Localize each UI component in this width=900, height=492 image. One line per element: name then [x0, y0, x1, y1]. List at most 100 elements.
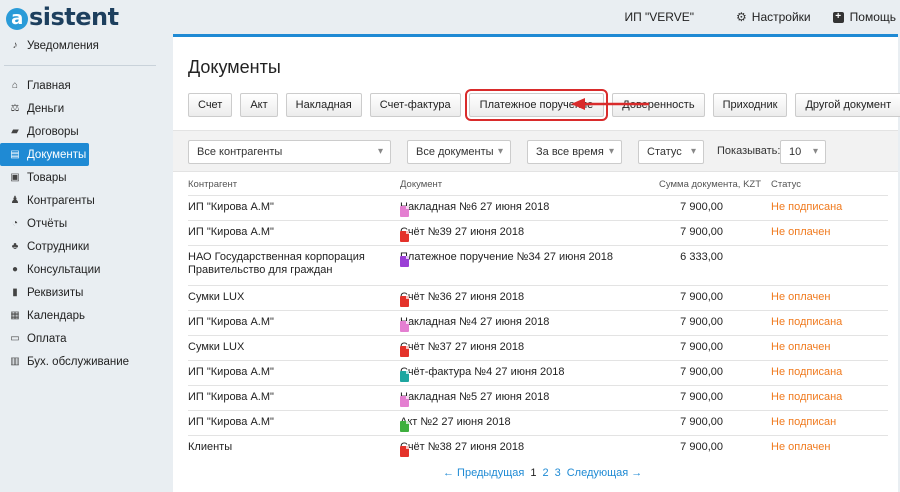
create-waybill-button[interactable]: Накладная	[285, 93, 362, 117]
counterparty-cell: Клиенты	[188, 441, 233, 453]
document-link[interactable]: Накладная №6 27 июня 2018	[400, 201, 549, 217]
pager-next-link[interactable]: Следующая →	[567, 467, 643, 479]
gears-icon: ⚙	[736, 10, 747, 24]
column-header-party[interactable]: Контрагент	[188, 179, 237, 190]
help-link[interactable]: + Помощь	[832, 10, 896, 24]
document-link[interactable]: Платежное поручение №34 27 июня 2018	[400, 251, 613, 267]
document-name: Счёт №39 27 июня 2018	[400, 226, 525, 238]
sidebar-item-chart[interactable]: ◔ Отчёты	[0, 212, 160, 235]
table-row[interactable]: ИП "Кирова А.М" Счёт-фактура №4 27 июня 2…	[188, 360, 888, 385]
org-name[interactable]: ИП "VERVE"	[624, 10, 694, 24]
documents-panel: Документы Счет Акт Накладная Счет-фактура Пл…	[173, 34, 900, 492]
sidebar-item-money[interactable]: ▭ Оплата	[0, 327, 160, 350]
folder-icon: ▰	[11, 126, 19, 137]
sidebar-item-users[interactable]: ♟ Контрагенты	[0, 189, 160, 212]
pager-previous-link[interactable]: ← Предыдущая	[443, 467, 524, 479]
header-actions: ИП "VERVE" ⚙ Настройки + Помощь	[624, 10, 900, 24]
column-header-sum[interactable]: Сумма документа, KZT	[659, 179, 761, 190]
document-link[interactable]: Счёт №38 27 июня 2018	[400, 441, 525, 457]
table-row[interactable]: ИП "Кирова А.М" Накладная №4 27 июня 2018…	[188, 310, 888, 335]
status-select[interactable]: Статус	[638, 140, 704, 164]
sidebar-item-folder[interactable]: ▰ Договоры	[0, 120, 160, 143]
money-icon: ▭	[10, 333, 20, 344]
sidebar: ♪ Уведомления ⌂ Главная ⚖ Деньги ▰ Договоры ▤ Д…	[0, 34, 160, 373]
sidebar-item-document[interactable]: ▤ Документы	[0, 143, 89, 166]
table-header: Контрагент Документ Сумма документа, KZT…	[188, 177, 888, 193]
period-select[interactable]: За все время	[527, 140, 622, 164]
document-type-select[interactable]: Все документы	[407, 140, 511, 164]
counterparty-cell: ИП "Кирова А.М"	[188, 416, 274, 428]
table-row[interactable]: ИП "Кирова А.М" Счёт №39 27 июня 2018 7 90…	[188, 220, 888, 245]
status-cell: Не оплачен	[771, 441, 831, 453]
table-row[interactable]: ИП "Кирова А.М" Накладная №5 27 июня 2018…	[188, 385, 888, 410]
sidebar-item-scales[interactable]: ⚖ Деньги	[0, 97, 160, 120]
document-link[interactable]: Счёт №37 27 июня 2018	[400, 341, 524, 357]
table-row[interactable]: ИП "Кирова А.М" Акт №2 27 июня 2018 7 900,…	[188, 410, 888, 435]
app-logo[interactable]: a sistent	[6, 3, 119, 31]
documents-table: ИП "Кирова А.М" Накладная №6 27 июня 2018…	[188, 195, 888, 460]
create-invoice-button[interactable]: Счет	[188, 93, 233, 117]
document-link[interactable]: Акт №2 27 июня 2018	[400, 416, 511, 432]
document-file-icon	[400, 296, 409, 307]
sidebar-item-group[interactable]: ♣ Сотрудники	[0, 235, 160, 258]
counterparty-cell: ИП "Кирова А.М"	[188, 226, 274, 238]
pagination: ← Предыдущая 1 2 3 Следующая →	[443, 467, 648, 479]
document-icon: ▤	[10, 149, 20, 160]
amount-cell: 7 900,00	[680, 201, 723, 213]
plus-square-icon: +	[832, 11, 844, 23]
sidebar-item-box[interactable]: ▣ Товары	[0, 166, 160, 189]
status-cell: Не оплачен	[771, 291, 831, 303]
document-name: Счёт №38 27 июня 2018	[400, 441, 525, 453]
counterparty-select[interactable]: Все контрагенты	[188, 140, 391, 164]
table-row[interactable]: Сумки LUX Счёт №36 27 июня 2018 7 900,00 Не…	[188, 285, 888, 310]
sidebar-item-home[interactable]: ⌂ Главная	[0, 74, 160, 97]
counterparty-cell: ИП "Кирова А.М"	[188, 316, 274, 328]
column-header-document[interactable]: Документ	[400, 179, 442, 190]
page-size-select[interactable]: 10	[780, 140, 826, 164]
counterparty-cell: ИП "Кирова А.М"	[188, 201, 274, 213]
settings-link[interactable]: ⚙ Настройки	[736, 10, 811, 24]
status-cell: Не подписана	[771, 201, 843, 213]
amount-cell: 7 900,00	[680, 341, 723, 353]
pager-page-2[interactable]: 2	[542, 467, 548, 479]
sidebar-item-label: Реквизиты	[27, 286, 84, 299]
document-file-icon	[400, 421, 409, 432]
create-receipt-button[interactable]: Приходник	[712, 93, 788, 117]
sidebar-item-bank[interactable]: ▥ Бух. обслуживание	[0, 350, 160, 373]
document-link[interactable]: Накладная №5 27 июня 2018	[400, 391, 549, 407]
sidebar-item-book[interactable]: ▮ Реквизиты	[0, 281, 160, 304]
table-row[interactable]: Сумки LUX Счёт №37 27 июня 2018 7 900,00 Не…	[188, 335, 888, 360]
sidebar-item-label: Оплата	[27, 332, 67, 345]
create-act-button[interactable]: Акт	[240, 93, 278, 117]
sidebar-item-calendar[interactable]: ▦ Календарь	[0, 304, 160, 327]
counterparty-cell: Сумки LUX	[188, 341, 245, 353]
table-row[interactable]: ИП "Кирова А.М" Накладная №6 27 июня 2018…	[188, 195, 888, 220]
table-row[interactable]: НАО Государственная корпорация Правитель…	[188, 245, 888, 285]
document-file-icon	[400, 321, 409, 332]
document-name: Счёт №36 27 июня 2018	[400, 291, 525, 303]
document-name: Накладная №4 27 июня 2018	[400, 316, 550, 328]
document-file-icon	[400, 396, 409, 407]
amount-cell: 7 900,00	[680, 366, 723, 378]
document-file-icon	[400, 346, 409, 357]
create-other-document-button[interactable]: Другой документ	[795, 93, 900, 117]
pager-page-3[interactable]: 3	[555, 467, 561, 479]
document-link[interactable]: Накладная №4 27 июня 2018	[400, 316, 550, 332]
document-name: Акт №2 27 июня 2018	[400, 416, 511, 428]
document-link[interactable]: Счёт №39 27 июня 2018	[400, 226, 525, 242]
table-row[interactable]: Клиенты Счёт №38 27 июня 2018 7 900,00 Не о…	[188, 435, 888, 460]
create-invoice-facture-button[interactable]: Счет-фактура	[369, 93, 461, 117]
document-type-buttons: Счет Акт Накладная Счет-фактура Платежное по…	[188, 89, 900, 121]
sidebar-item-notifications[interactable]: ♪ Уведомления	[0, 34, 160, 57]
column-header-status[interactable]: Статус	[771, 179, 801, 190]
sidebar-item-label: Деньги	[27, 102, 65, 115]
sidebar-item-label: Консультации	[27, 263, 101, 276]
document-link[interactable]: Счёт №36 27 июня 2018	[400, 291, 525, 307]
amount-cell: 7 900,00	[680, 291, 723, 303]
sidebar-item-question[interactable]: ● Консультации	[0, 258, 160, 281]
sidebar-item-label: Документы	[27, 148, 87, 161]
status-cell: Не подписана	[771, 316, 843, 328]
document-file-icon	[400, 231, 409, 242]
document-link[interactable]: Счёт-фактура №4 27 июня 2018	[400, 366, 565, 382]
top-bar: a sistent ИП "VERVE" ⚙ Настройки + Помощь	[0, 0, 900, 34]
